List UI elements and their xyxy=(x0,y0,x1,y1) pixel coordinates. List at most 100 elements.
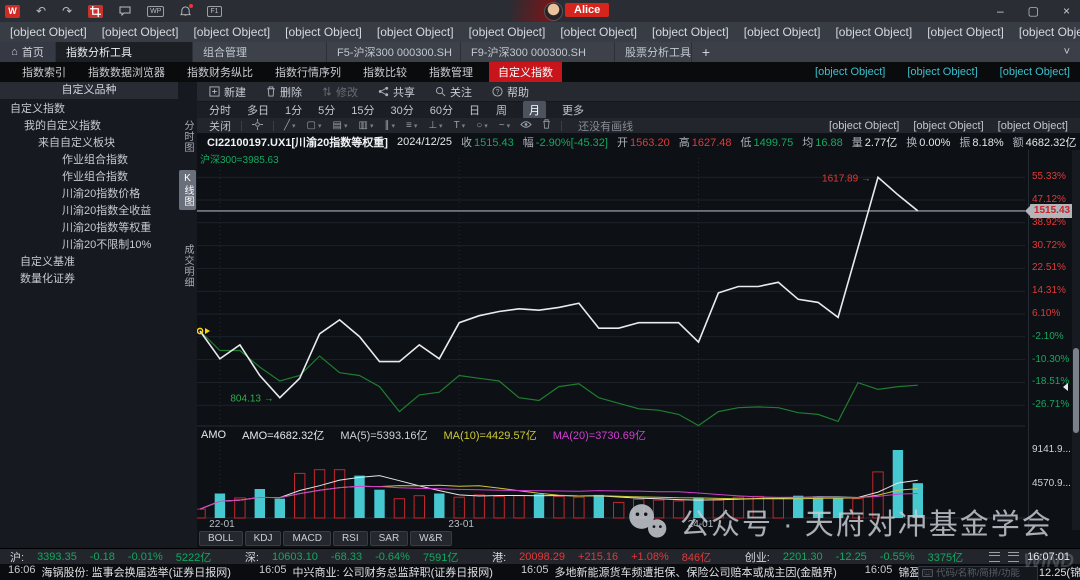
close-button[interactable]: × xyxy=(1063,4,1070,18)
wp-badge-icon[interactable]: WP xyxy=(147,6,164,17)
delete-drawing-trash-icon[interactable] xyxy=(542,119,551,132)
app-logo[interactable]: W xyxy=(5,5,20,18)
subtab-item[interactable]: 指数财务纵比 xyxy=(187,64,253,80)
period-option[interactable]: 分时 xyxy=(209,102,231,118)
amo-tab[interactable]: AMO xyxy=(201,429,226,441)
subtab-item[interactable]: 自定义指数 xyxy=(489,62,562,82)
draw-tool-icon[interactable]: T xyxy=(454,120,466,131)
index-quote[interactable]: 创业: 2201.30 -12.25 -0.55% 3375亿 xyxy=(745,549,963,565)
chart-tool-menu[interactable]: [object Object] xyxy=(829,120,899,132)
notification-bell-icon[interactable] xyxy=(180,6,191,17)
period-option[interactable]: 15分 xyxy=(351,102,374,118)
new-tab-button[interactable]: + xyxy=(692,42,720,62)
user-name-badge[interactable]: Alice xyxy=(565,3,609,17)
tree-item[interactable]: 作业组合指数 xyxy=(0,167,178,184)
vtab-kline-chart[interactable]: K线图 xyxy=(179,170,196,210)
menu-item[interactable]: [object Object] xyxy=(927,25,1004,39)
indicator-tab[interactable]: SAR xyxy=(370,531,409,546)
new-index-button[interactable]: 新建 xyxy=(209,84,246,100)
tab-overflow-chevron-icon[interactable]: ˅ xyxy=(1064,42,1080,62)
chat-icon[interactable] xyxy=(119,6,131,17)
period-option[interactable]: 5分 xyxy=(318,102,335,118)
service-link[interactable]: [object Object] xyxy=(907,66,977,78)
delete-index-button[interactable]: 删除 xyxy=(266,84,302,100)
draw-tool-icon[interactable]: ▤ xyxy=(333,120,348,131)
menu-item[interactable]: [object Object] xyxy=(1019,25,1080,39)
tree-item[interactable]: 川渝20指数全收益 xyxy=(0,201,178,218)
subtab-item[interactable]: 指数比较 xyxy=(363,64,407,80)
vtab-trade-detail[interactable]: 成交明细 xyxy=(179,244,196,288)
draw-tool-icon[interactable]: ▢ xyxy=(307,120,322,131)
workspace-tab[interactable]: F5-沪深300 000300.SH xyxy=(327,42,461,62)
news-item[interactable]: 16:05 中兴商业: 公司财务总监辞职(证券日报网) xyxy=(259,564,493,580)
period-option[interactable]: 多日 xyxy=(247,102,269,118)
f1-badge-icon[interactable]: F1 xyxy=(207,6,221,17)
draw-tool-icon[interactable]: ≡ xyxy=(406,120,417,131)
drawbar-close-button[interactable]: 关闭 xyxy=(209,118,231,134)
menu-item[interactable]: [object Object] xyxy=(652,25,729,39)
period-option[interactable]: 日 xyxy=(469,102,480,118)
indicator-tab[interactable]: BOLL xyxy=(199,531,243,546)
service-link[interactable]: [object Object] xyxy=(1000,66,1070,78)
tree-item[interactable]: 自定义指数 xyxy=(0,99,178,116)
menu-item[interactable]: [object Object] xyxy=(469,25,546,39)
indicator-tab[interactable]: RSI xyxy=(333,531,368,546)
tree-item[interactable]: 川渝20指数等权重 xyxy=(0,218,178,235)
period-option[interactable]: 月 xyxy=(523,101,546,119)
minimize-button[interactable]: – xyxy=(997,4,1004,18)
menu-item[interactable]: [object Object] xyxy=(193,25,270,39)
visibility-eye-icon[interactable] xyxy=(520,120,532,132)
workspace-tab[interactable]: F9-沪深300 000300.SH xyxy=(461,42,615,62)
menu-item[interactable]: [object Object] xyxy=(10,25,87,39)
watch-index-button[interactable]: 关注 xyxy=(435,84,472,100)
chart-tool-menu[interactable]: [object Object] xyxy=(913,120,983,132)
draw-tool-icon[interactable]: ╱ xyxy=(284,120,296,131)
draw-tool-icon[interactable]: ⊥ xyxy=(428,120,442,131)
modify-index-button[interactable]: 修改 xyxy=(322,84,358,100)
workspace-tab[interactable]: 股票分析工具 xyxy=(615,42,692,62)
draw-tool-icon[interactable]: ▥ xyxy=(358,120,373,131)
menu-item[interactable]: [object Object] xyxy=(285,25,362,39)
subtab-item[interactable]: 指数索引 xyxy=(22,64,66,80)
chart-tool-menu[interactable]: [object Object] xyxy=(998,120,1068,132)
tab-home[interactable]: ⌂ 首页 xyxy=(0,42,56,62)
news-item[interactable]: 16:06 海锅股份: 监事会换届选举(证券日报网) xyxy=(8,564,231,580)
workspace-tab[interactable]: 组合管理 xyxy=(193,42,327,62)
menu-item[interactable]: [object Object] xyxy=(560,25,637,39)
index-quote[interactable]: 深: 10603.10 -68.33 -0.64% 7591亿 xyxy=(245,549,459,565)
tree-item[interactable]: 川渝20指数价格 xyxy=(0,184,178,201)
index-quote[interactable]: 沪: 3393.35 -0.18 -0.01% 5222亿 xyxy=(10,549,211,565)
share-index-button[interactable]: 共享 xyxy=(378,84,415,100)
draw-tool-icon[interactable]: ∥ xyxy=(384,120,395,131)
menu-item[interactable]: [object Object] xyxy=(102,25,179,39)
service-link[interactable]: [object Object] xyxy=(815,66,885,78)
axis-collapse-arrow-icon[interactable] xyxy=(1063,383,1068,391)
tree-item[interactable]: 川渝20不限制10% xyxy=(0,235,178,252)
indicator-tab[interactable]: MACD xyxy=(283,531,330,546)
index-quote[interactable]: 港: 20098.29 +215.16 +1.08% 846亿 xyxy=(492,549,711,565)
subtab-item[interactable]: 指数数据浏览器 xyxy=(88,64,165,80)
menu-item[interactable]: [object Object] xyxy=(377,25,454,39)
period-option[interactable]: 周 xyxy=(496,102,507,118)
indicator-tab[interactable]: W&R xyxy=(410,531,451,546)
draw-tool-icon[interactable]: ○ xyxy=(476,120,488,131)
vtab-time-share-chart[interactable]: 分时图 xyxy=(179,120,196,153)
list-menu-icon[interactable] xyxy=(989,552,1000,562)
workspace-tab[interactable]: 指数分析工具 xyxy=(56,42,193,62)
menu-item[interactable]: [object Object] xyxy=(835,25,912,39)
tree-item[interactable]: 数量化证券 xyxy=(0,269,178,286)
redo-icon[interactable]: ↷ xyxy=(62,0,72,22)
period-option[interactable]: 1分 xyxy=(285,102,302,118)
subtab-item[interactable]: 指数管理 xyxy=(429,64,473,80)
menu-item[interactable]: [object Object] xyxy=(744,25,821,39)
tree-item[interactable]: 来自自定义板块 xyxy=(0,133,178,150)
help-button[interactable]: ? 帮助 xyxy=(492,84,529,100)
kline-chart[interactable]: 804.13 →1617.89 → xyxy=(197,150,1080,530)
period-option[interactable]: 更多 xyxy=(562,102,584,118)
maximize-button[interactable]: ▢ xyxy=(1028,4,1039,18)
tree-item[interactable]: 自定义基准 xyxy=(0,252,178,269)
search-input[interactable] xyxy=(936,568,1028,579)
chart-scrollbar-thumb[interactable] xyxy=(1073,348,1079,433)
news-item[interactable]: 16:05 多地新能源货车频遭拒保、保险公司赔本或成主因(金融界) xyxy=(521,564,837,580)
undo-icon[interactable]: ↶ xyxy=(36,0,46,22)
